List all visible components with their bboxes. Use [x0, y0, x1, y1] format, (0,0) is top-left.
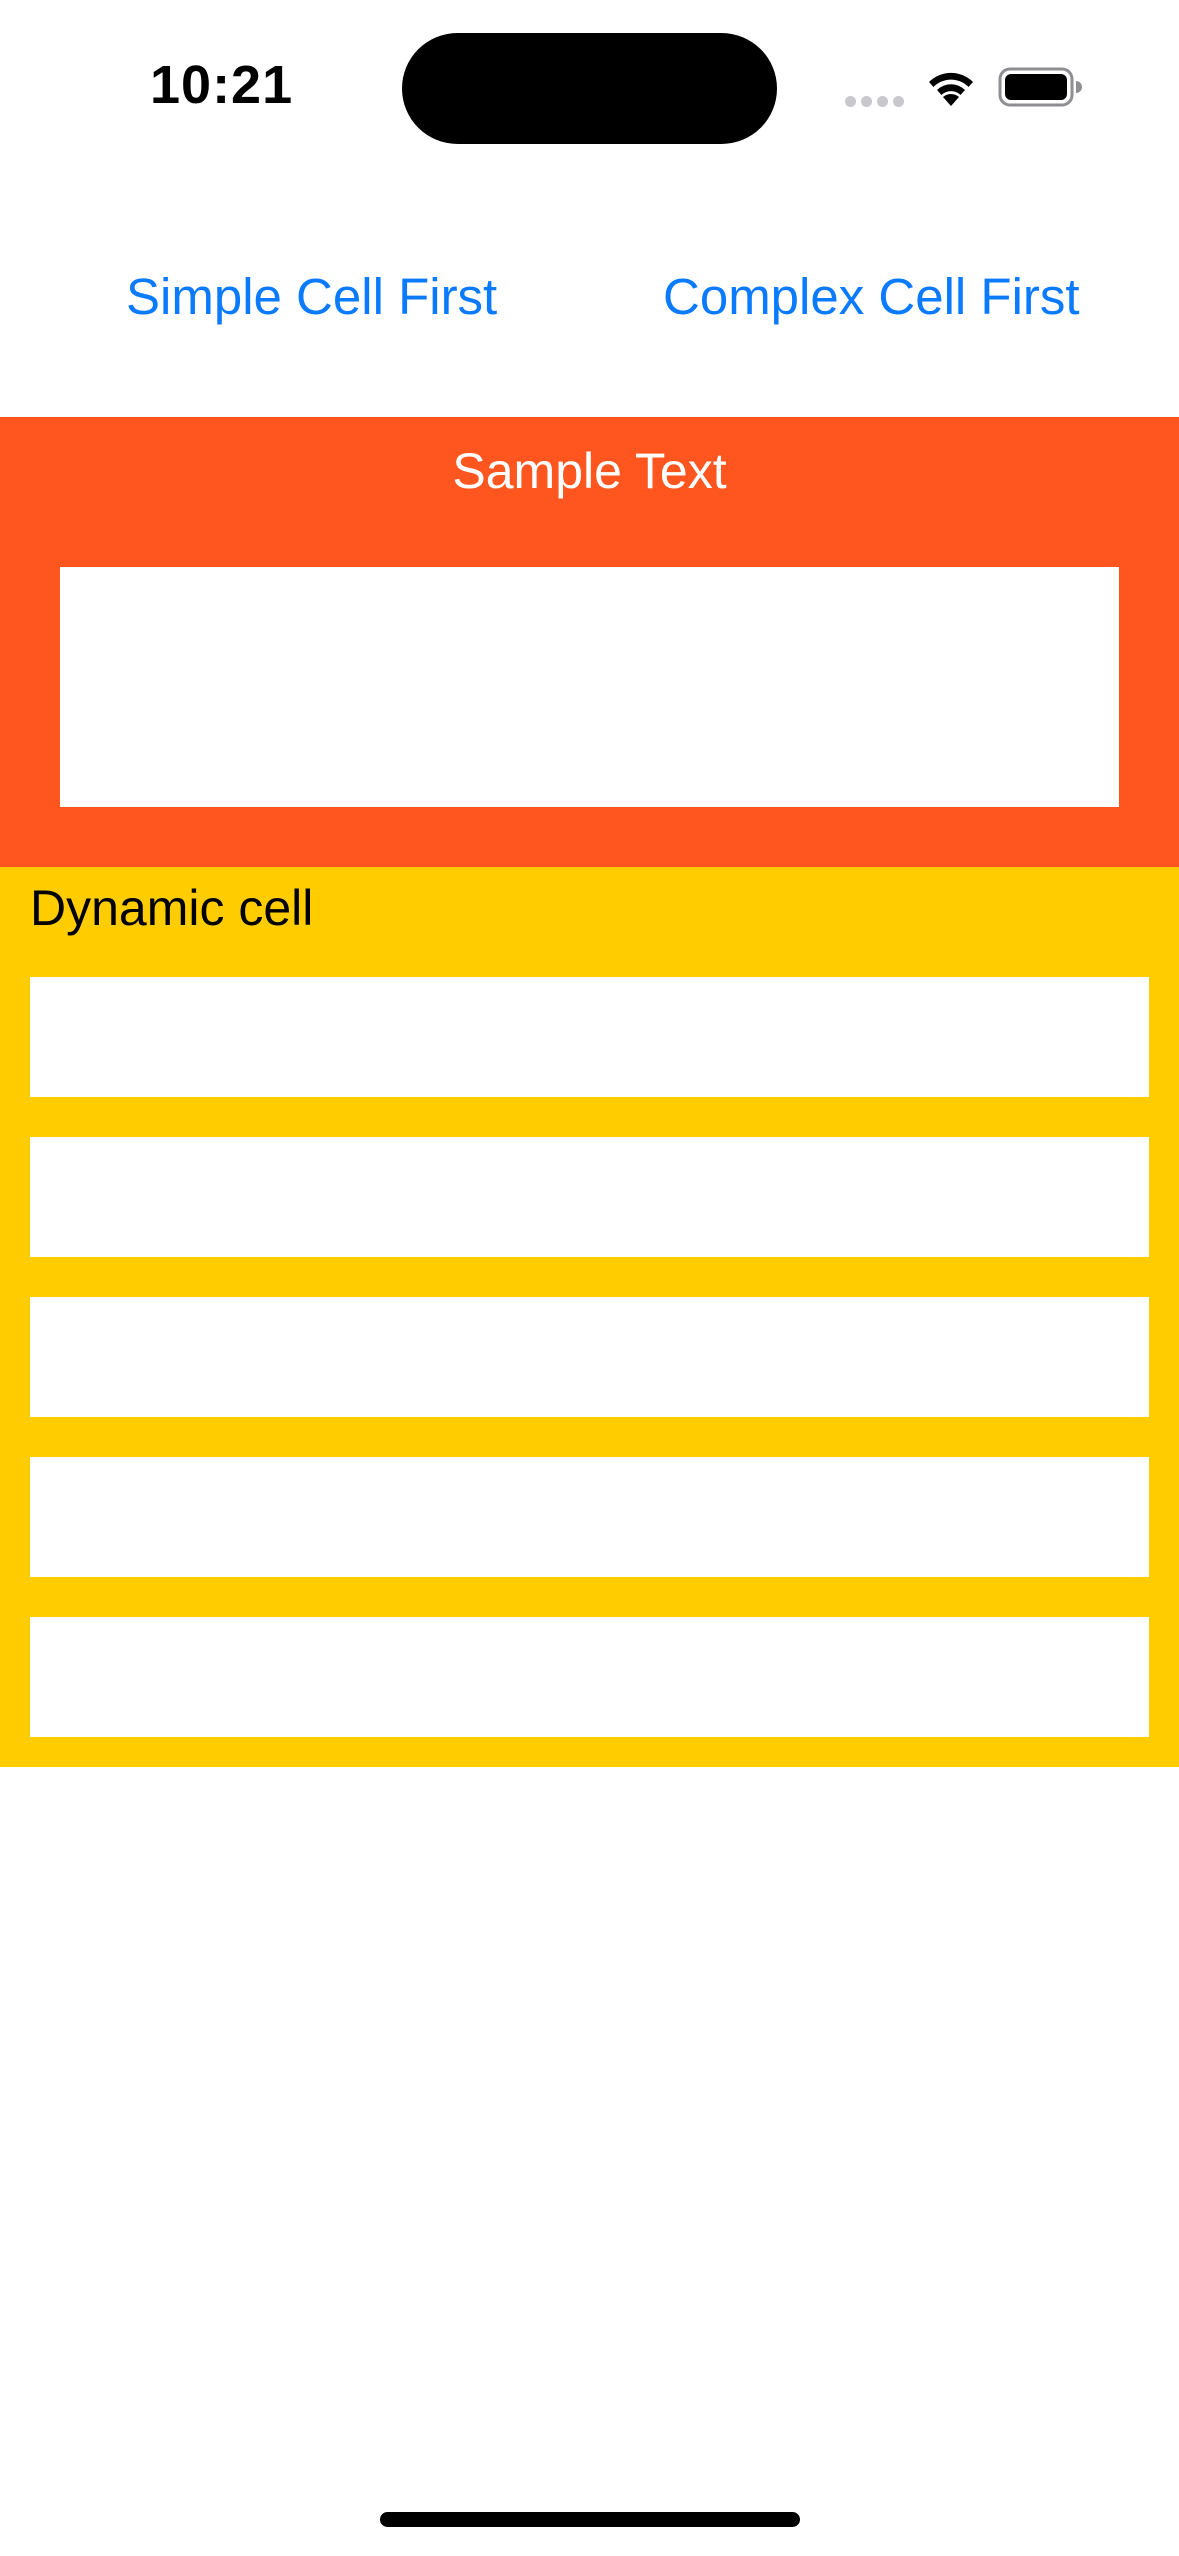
simple-cell-first-button[interactable]: Simple Cell First — [126, 262, 497, 332]
complex-cell-first-button[interactable]: Complex Cell First — [663, 262, 1080, 332]
dynamic-cell-box — [30, 1137, 1149, 1257]
dynamic-cell-box — [30, 1617, 1149, 1737]
dynamic-cell-box — [30, 1457, 1149, 1577]
screen: 10:21 Simple Cell First Complex Cell Fir… — [0, 0, 1179, 2556]
dynamic-cell-box — [30, 977, 1149, 1097]
complex-cell: Sample Text — [0, 417, 1179, 867]
status-bar: 10:21 — [0, 0, 1179, 180]
battery-icon — [998, 66, 1082, 108]
cellular-signal-icon — [845, 96, 905, 108]
complex-cell-title: Sample Text — [452, 443, 727, 499]
dynamic-cell-title: Dynamic cell — [30, 880, 314, 936]
dynamic-cell-box — [30, 1297, 1149, 1417]
dynamic-island — [402, 33, 777, 144]
wifi-icon — [924, 66, 978, 108]
dynamic-cell: Dynamic cell — [0, 867, 1179, 1767]
complex-cell-content-box — [60, 567, 1119, 807]
status-time: 10:21 — [150, 55, 294, 115]
home-indicator[interactable] — [380, 2512, 800, 2527]
